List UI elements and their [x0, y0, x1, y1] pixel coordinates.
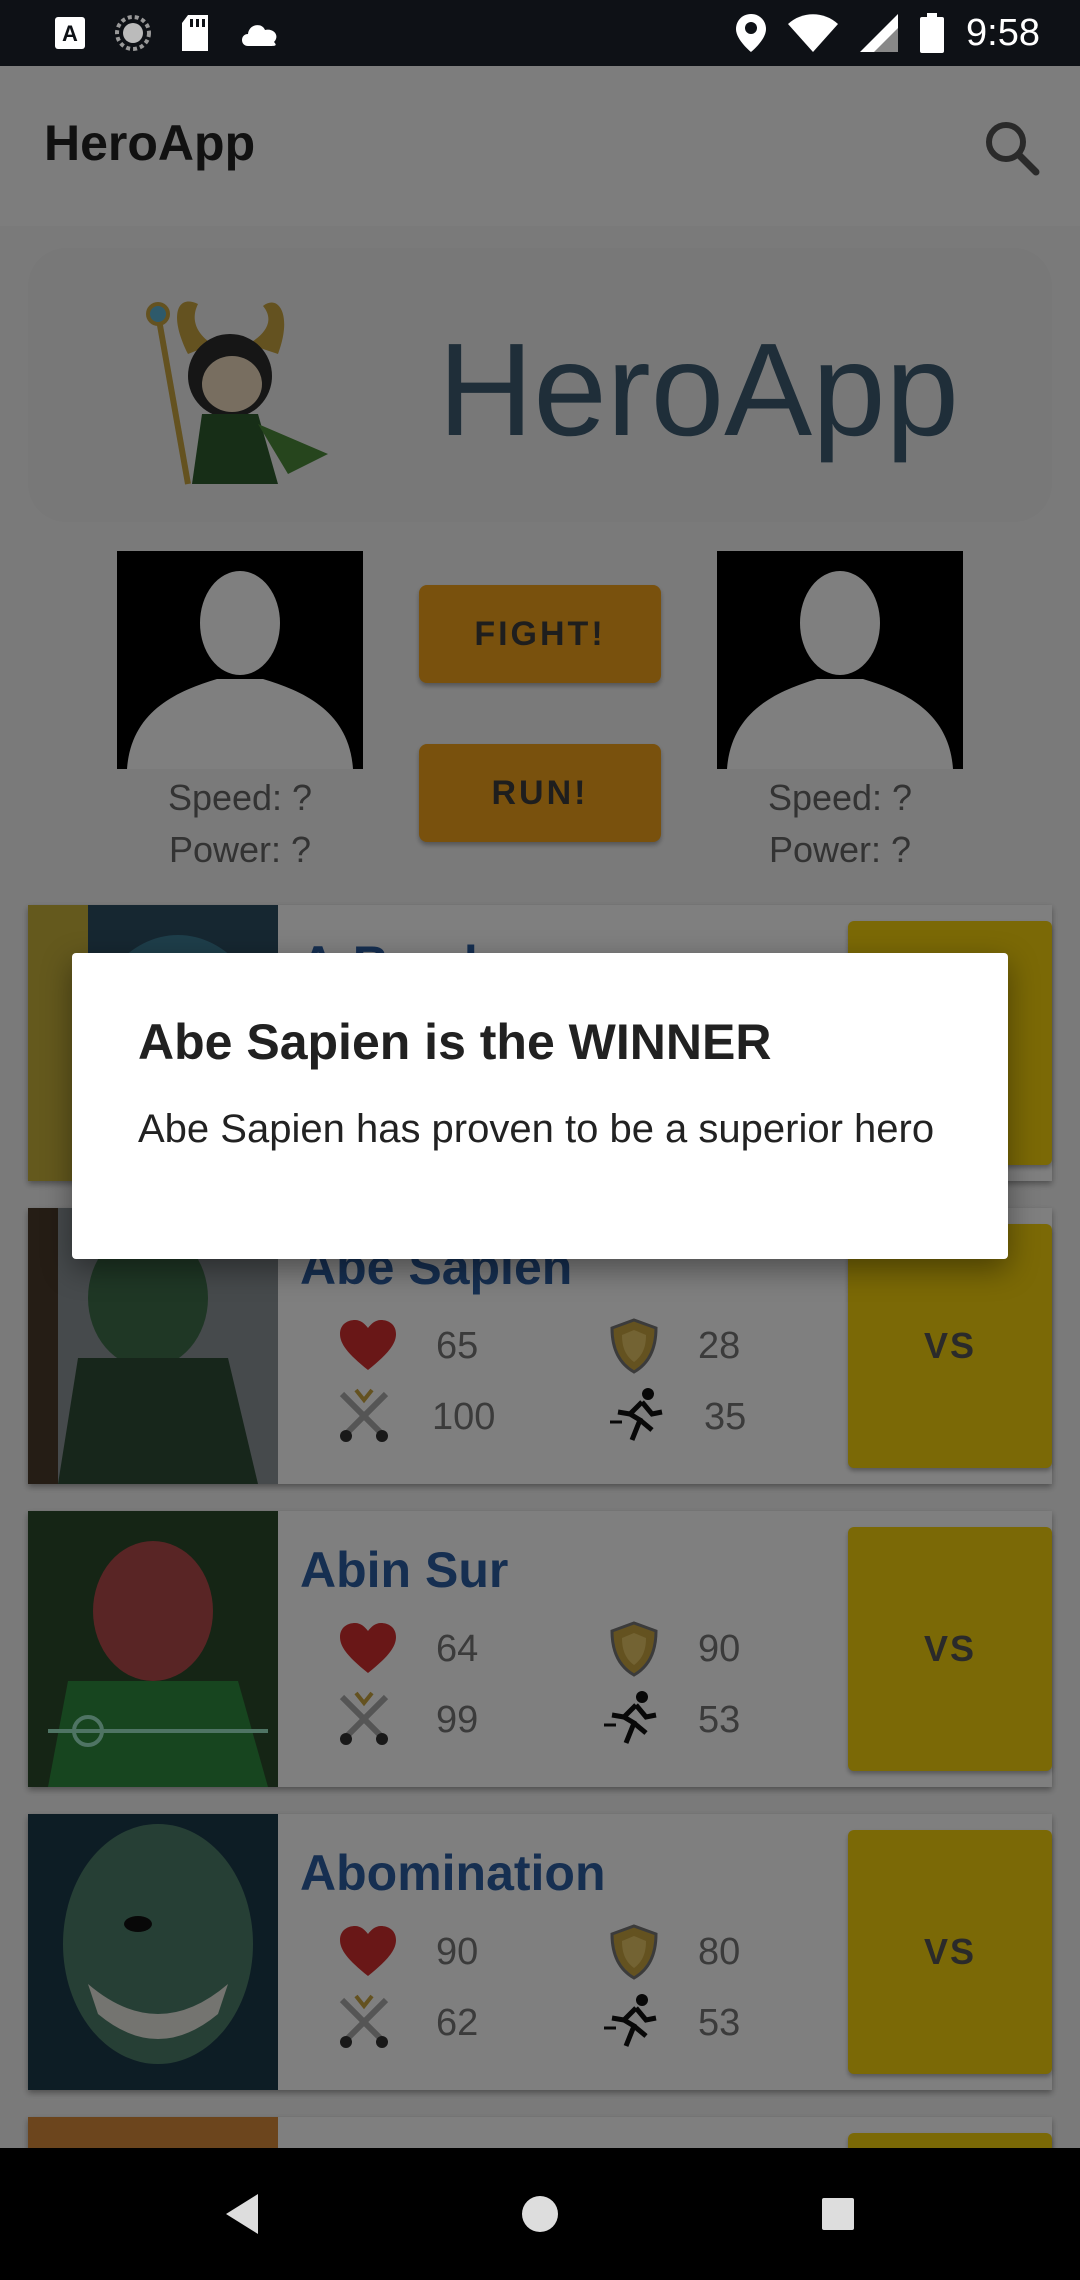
battery-icon	[920, 13, 945, 53]
wifi-icon	[788, 14, 839, 52]
back-button[interactable]	[206, 2178, 278, 2250]
cloud-icon	[242, 25, 277, 46]
home-button[interactable]	[504, 2178, 576, 2250]
a-icon: A	[55, 17, 85, 49]
status-bar: A 9:58	[0, 0, 1080, 66]
sd-card-icon	[182, 15, 208, 51]
dialog-message: Abe Sapien has proven to be a superior h…	[138, 1107, 935, 1151]
svg-text:A: A	[62, 21, 78, 46]
back-triangle-icon	[226, 2194, 258, 2234]
signal-icon	[860, 14, 899, 52]
location-icon	[736, 14, 767, 52]
winner-dialog: Abe Sapien is the WINNER Abe Sapien has …	[72, 953, 1008, 1259]
dialog-title: Abe Sapien is the WINNER	[138, 1014, 772, 1070]
navigation-bar	[0, 2148, 1080, 2280]
clock: 9:58	[966, 11, 1040, 54]
recents-button[interactable]	[802, 2178, 874, 2250]
recents-square-icon	[822, 2198, 854, 2230]
loading-icon	[115, 15, 151, 51]
home-circle-icon	[522, 2196, 558, 2232]
